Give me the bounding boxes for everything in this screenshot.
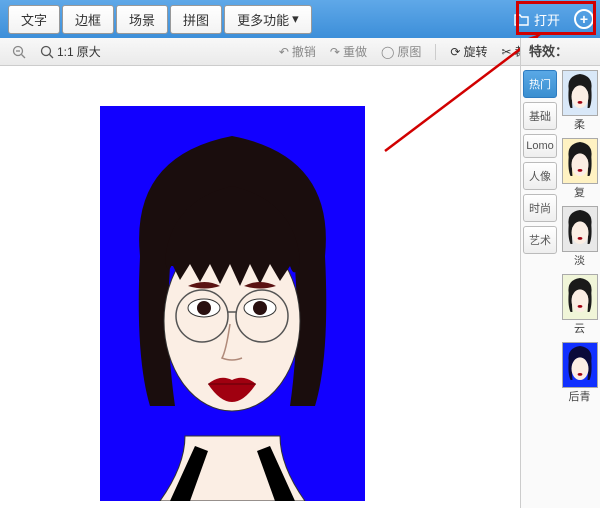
zoom-ratio[interactable]: 1:1 原大 [40, 43, 101, 60]
main-toolbar: 文字 边框 场景 拼图 更多功能 ▾ 打开 + [0, 0, 600, 38]
effect-thumbnail-list: 柔复淡云后青 [559, 66, 600, 508]
tab-text[interactable]: 文字 [8, 5, 60, 34]
category-3[interactable]: 人像 [523, 162, 557, 190]
open-label: 打开 [534, 10, 560, 29]
edited-image[interactable] [100, 106, 365, 501]
redo-icon: ↷ [330, 45, 340, 59]
category-5[interactable]: 艺术 [523, 226, 557, 254]
redo-button[interactable]: ↷ 重做 [330, 43, 367, 60]
canvas-area[interactable] [0, 66, 520, 508]
effects-title: 特效： [521, 38, 600, 66]
scissors-icon: ✂ [502, 45, 512, 59]
tab-collage[interactable]: 拼图 [170, 5, 222, 34]
category-0[interactable]: 热门 [523, 70, 557, 98]
tab-more[interactable]: 更多功能 ▾ [224, 5, 312, 34]
effect-thumb-3[interactable] [562, 274, 598, 320]
zoom-icon [40, 45, 54, 59]
rotate-icon: ⟳ [450, 45, 460, 59]
effect-thumb-1[interactable] [562, 138, 598, 184]
folder-open-icon [514, 12, 530, 26]
effect-label-1: 复 [562, 184, 598, 200]
category-1[interactable]: 基础 [523, 102, 557, 130]
category-4[interactable]: 时尚 [523, 194, 557, 222]
category-2[interactable]: Lomo [523, 134, 557, 158]
sub-toolbar: 1:1 原大 ↶ 撤销 ↷ 重做 ◯ 原图 ⟳ 旋转 ✂ 裁剪 ⛶ 尺寸 [0, 38, 600, 66]
open-button[interactable]: 打开 [506, 6, 568, 33]
effect-thumb-0[interactable] [562, 70, 598, 116]
rotate-button[interactable]: ⟳ 旋转 [450, 43, 487, 60]
tab-scene[interactable]: 场景 [116, 5, 168, 34]
portrait-illustration [100, 106, 365, 501]
effect-label-3: 云 [562, 320, 598, 336]
zoom-out-button[interactable] [12, 45, 26, 59]
circle-icon: ◯ [381, 45, 394, 59]
effect-category-list: 热门基础 Lomo 人像时尚艺术 [521, 66, 559, 508]
tab-frame[interactable]: 边框 [62, 5, 114, 34]
undo-button[interactable]: ↶ 撤销 [279, 43, 316, 60]
add-button[interactable]: + [574, 9, 594, 29]
effect-thumb-2[interactable] [562, 206, 598, 252]
zoom-out-icon [12, 45, 26, 59]
divider [435, 44, 436, 60]
effect-label-2: 淡 [562, 252, 598, 268]
effects-panel: 特效： 热门基础 Lomo 人像时尚艺术 柔复淡云后青 [520, 38, 600, 508]
tab-more-label: 更多功能 [237, 10, 289, 29]
effect-label-0: 柔 [562, 116, 598, 132]
undo-icon: ↶ [279, 45, 289, 59]
effect-label-4: 后青 [562, 388, 598, 404]
effect-thumb-4[interactable] [562, 342, 598, 388]
original-button[interactable]: ◯ 原图 [381, 43, 421, 60]
chevron-down-icon: ▾ [292, 11, 299, 27]
